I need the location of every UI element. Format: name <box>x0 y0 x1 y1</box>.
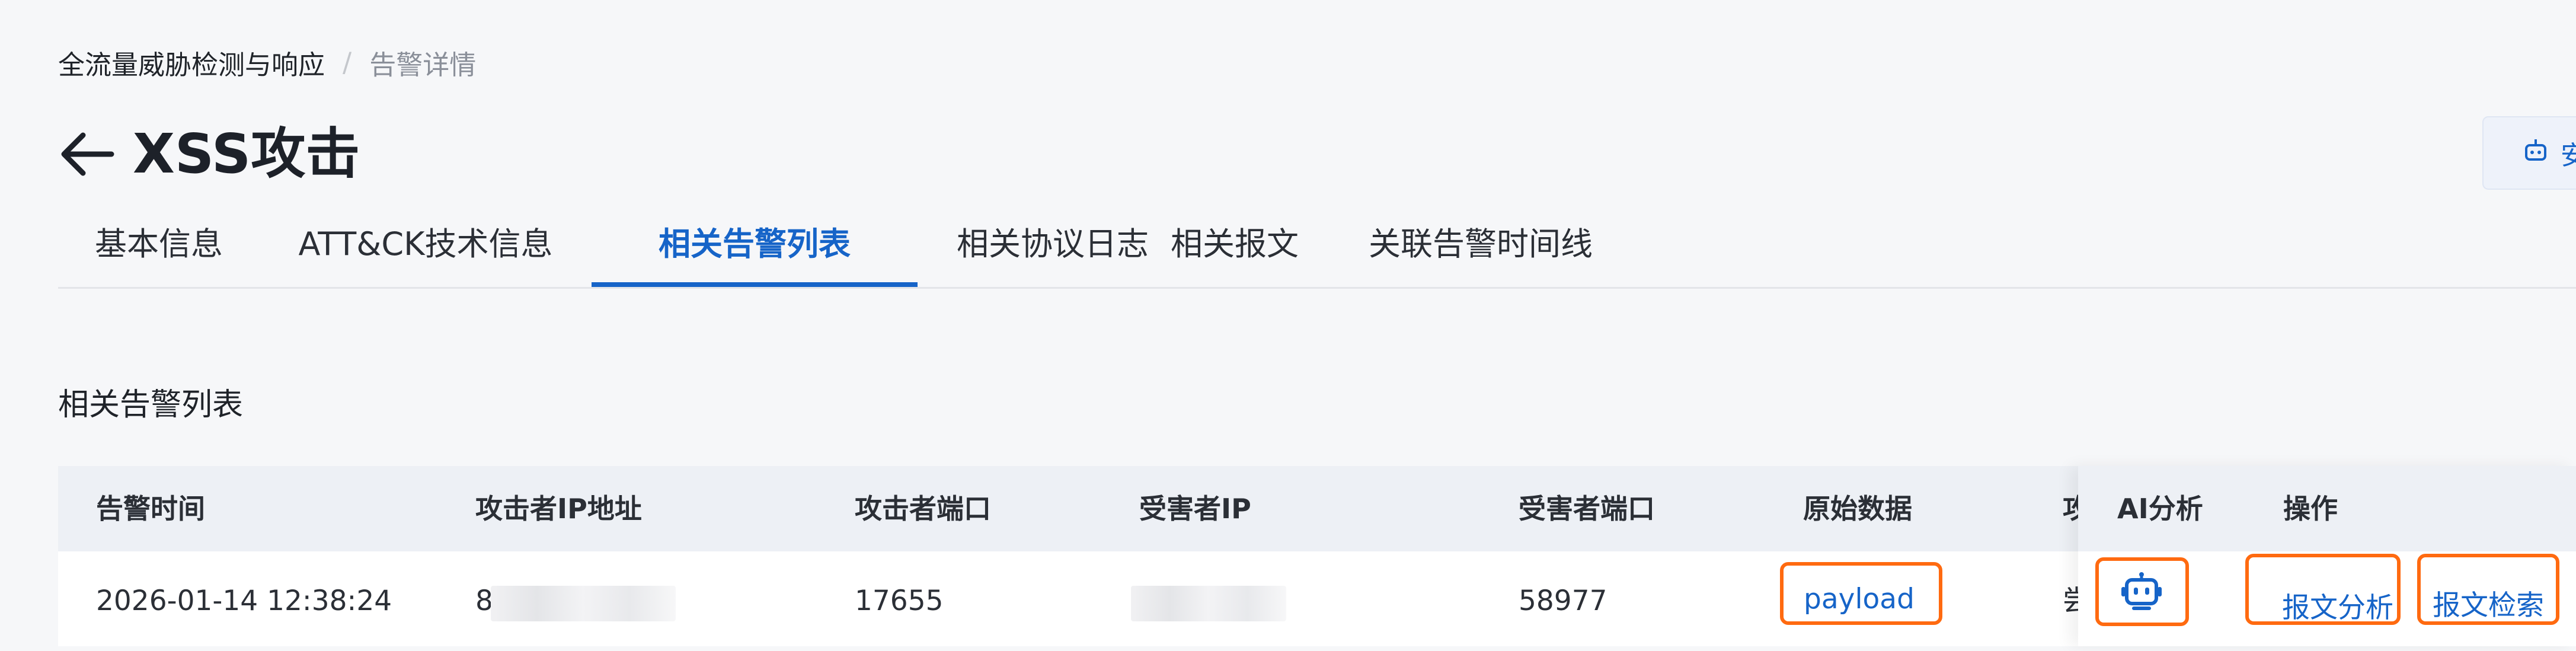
breadcrumb-root[interactable]: 全流量威胁检测与响应 <box>58 43 325 82</box>
cell-attacker-port: 17655 <box>855 585 944 617</box>
masked-victim-ip <box>1131 586 1286 621</box>
tab-related-alerts[interactable]: 相关告警列表 <box>592 211 918 287</box>
page-title: XSS攻击 <box>133 122 360 186</box>
column-header-ai-analysis: AI分析 <box>2117 493 2203 525</box>
tab-bar: 基本信息 ATT&CK技术信息 相关告警列表 相关协议日志 相关报文 关联告警时… <box>58 211 2576 289</box>
section-title: 相关告警列表 <box>58 387 244 423</box>
ai-assistant-button[interactable]: 安 <box>2482 116 2576 190</box>
column-header-victim-ip: 受害者IP <box>1139 493 1251 525</box>
packet-search-link[interactable]: 报文检索 <box>2433 582 2544 623</box>
column-header-alert-time: 告警时间 <box>96 493 205 525</box>
breadcrumb: 全流量威胁检测与响应 / 告警详情 <box>58 42 476 83</box>
active-tab-indicator <box>592 282 918 287</box>
robot-icon <box>2523 137 2549 170</box>
column-header-raw-data: 原始数据 <box>1803 493 1912 525</box>
packet-analysis-link[interactable]: 报文分析 <box>2282 585 2393 626</box>
column-header-attacker-port: 攻击者端口 <box>855 493 991 525</box>
payload-link[interactable]: payload <box>1804 583 1915 615</box>
column-header-victim-port: 受害者端口 <box>1519 493 1655 525</box>
tab-basic-info[interactable]: 基本信息 <box>94 211 224 287</box>
column-header-attacker-ip: 攻击者IP地址 <box>475 493 642 525</box>
robot-icon[interactable] <box>2120 572 2163 613</box>
ai-assistant-label: 安 <box>2561 134 2576 172</box>
tab-alert-timeline[interactable]: 关联告警时间线 <box>1362 211 1599 287</box>
column-header-actions: 操作 <box>2283 493 2338 525</box>
cell-victim-port: 58977 <box>1519 585 1607 617</box>
tab-related-packets[interactable]: 相关报文 <box>1164 211 1306 287</box>
cell-alert-time: 2026-01-14 12:38:24 <box>96 585 392 617</box>
tab-attack-info[interactable]: ATT&CK技术信息 <box>298 211 553 287</box>
breadcrumb-current: 告警详情 <box>369 49 477 81</box>
tab-protocol-logs[interactable]: 相关协议日志 <box>955 211 1150 287</box>
masked-attacker-ip <box>491 586 676 621</box>
breadcrumb-separator: / <box>343 46 352 78</box>
arrow-left-icon[interactable] <box>58 130 115 178</box>
